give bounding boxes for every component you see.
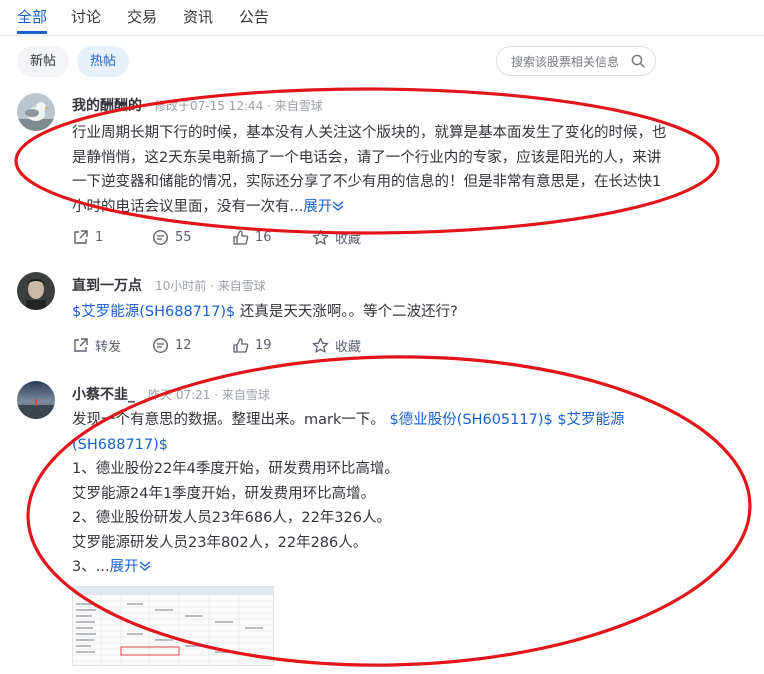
favorite-label: 收藏	[335, 231, 362, 247]
search-icon[interactable]	[631, 54, 645, 68]
stock-link[interactable]: $艾罗能源(SH688717)$	[72, 304, 235, 320]
search-input[interactable]	[511, 53, 623, 70]
filter-new-button[interactable]: 新帖	[17, 46, 70, 77]
post-meta: 昨天 07:21 · 来自雪球	[148, 388, 270, 402]
like-button[interactable]: 19	[232, 335, 272, 355]
post-author[interactable]: 我的酬酬的	[72, 95, 142, 115]
share-icon	[74, 229, 88, 244]
avatar[interactable]	[17, 381, 55, 419]
tab-announcement[interactable]: 公告	[239, 6, 269, 27]
post-line-truncated: 3、...展开	[72, 555, 672, 580]
expand-button[interactable]: 展开	[303, 199, 344, 215]
tab-trade[interactable]: 交易	[127, 6, 157, 27]
avatar[interactable]	[17, 272, 55, 310]
comment-count: 55	[175, 229, 192, 245]
expand-label: 展开	[303, 198, 333, 215]
comment-count: 12	[175, 337, 192, 353]
comment-button[interactable]: 12	[152, 335, 192, 355]
thumbs-up-icon	[233, 337, 249, 353]
repost-button[interactable]: 转发	[72, 335, 121, 355]
filter-hot-button[interactable]: 热帖	[77, 46, 130, 77]
like-count: 19	[255, 337, 272, 353]
like-count: 16	[255, 229, 272, 245]
tab-all[interactable]: 全部	[17, 6, 47, 27]
tab-discussion[interactable]: 讨论	[71, 6, 101, 27]
post-line: 2、德业股份研发人员23年686人，22年326人。	[72, 510, 391, 526]
post-body: $艾罗能源(SH688717)$ 还真是天天涨啊。。等个二波还行?	[72, 300, 672, 325]
favorite-button[interactable]: 收藏	[312, 227, 361, 247]
post-body: 行业周期长期下行的时候，基本没有人关注这个版块的，就算是基本面发生了变化的时候，…	[72, 121, 672, 219]
post-text: 行业周期长期下行的时候，基本没有人关注这个版块的，就算是基本面发生了变化的时候，…	[72, 125, 667, 215]
stock-link[interactable]: $德业股份(SH605117)$	[389, 412, 552, 428]
share-icon	[74, 337, 88, 352]
repost-count: 1	[95, 229, 104, 245]
star-icon	[312, 337, 329, 353]
repost-label: 转发	[95, 339, 122, 355]
thumbs-up-icon	[233, 229, 249, 245]
favorite-button[interactable]: 收藏	[312, 335, 361, 355]
post-author[interactable]: 直到一万点	[72, 275, 142, 295]
search-box	[496, 46, 656, 76]
expand-label: 展开	[109, 559, 139, 575]
like-button[interactable]: 16	[232, 227, 272, 247]
post-text: 还真是天天涨啊。。等个二波还行?	[235, 304, 458, 320]
post-meta: 修改于07-15 12:44 · 来自雪球	[154, 99, 323, 113]
comment-icon	[152, 229, 169, 245]
post-meta: 10小时前 · 来自雪球	[155, 279, 266, 293]
post-paragraph: 发现一个有意思的数据。整理出来。mark一下。 $德业股份(SH605117)$…	[72, 408, 672, 457]
attached-image-thumbnail[interactable]	[72, 586, 274, 666]
active-tab-indicator	[17, 31, 47, 34]
spreadsheet-image	[73, 587, 273, 665]
chevron-down-icon	[139, 561, 150, 571]
comment-icon	[152, 337, 169, 353]
repost-button[interactable]: 1	[72, 227, 103, 247]
post-line: 艾罗能源研发人员23年802人，22年286人。	[72, 534, 368, 551]
post-text: 发现一个有意思的数据。整理出来。mark一下。	[72, 412, 385, 428]
post-line: 艾罗能源24年1季度开始，研发费用环比高增。	[72, 485, 376, 502]
post-body: 发现一个有意思的数据。整理出来。mark一下。 $德业股份(SH605117)$…	[72, 408, 672, 580]
comment-button[interactable]: 55	[152, 227, 192, 247]
favorite-label: 收藏	[335, 339, 362, 355]
avatar[interactable]	[17, 93, 55, 131]
post-author[interactable]: 小蔡不韭_	[72, 384, 135, 404]
star-icon	[312, 229, 329, 245]
tab-news[interactable]: 资讯	[183, 6, 213, 27]
tab-bar: 全部 讨论 交易 资讯 公告	[0, 0, 764, 36]
post-line: 1、德业股份22年4季度开始，研发费用环比高增。	[72, 461, 399, 477]
chevron-down-icon	[332, 200, 344, 211]
expand-button[interactable]: 展开	[110, 559, 151, 575]
